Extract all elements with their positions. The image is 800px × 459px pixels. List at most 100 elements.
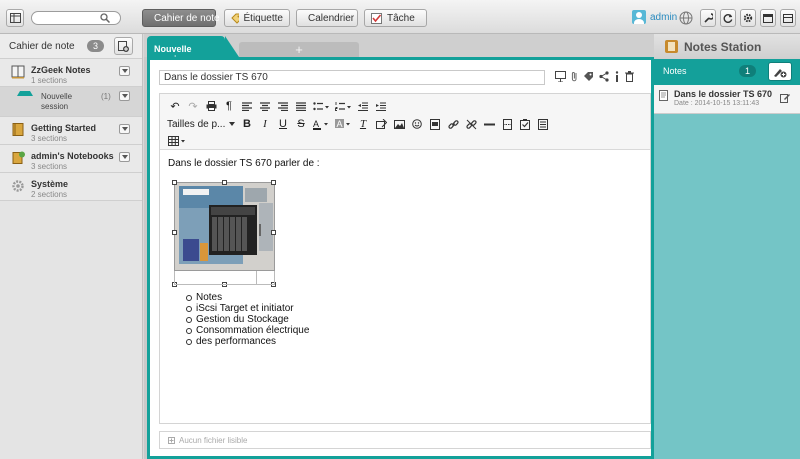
insert-table-button[interactable] bbox=[166, 133, 188, 149]
link-icon bbox=[447, 119, 459, 129]
note-content[interactable]: Dans le dossier TS 670 parler de : Notes… bbox=[168, 154, 638, 419]
horizontal-rule-button[interactable] bbox=[480, 116, 498, 132]
insert-media-button[interactable] bbox=[426, 116, 444, 132]
layout-icon bbox=[9, 13, 21, 23]
share-icon[interactable] bbox=[599, 71, 609, 82]
numbered-list-button[interactable] bbox=[332, 98, 354, 114]
note-date: Date : 2014-10-15 13:11:43 bbox=[674, 100, 760, 107]
indent-button[interactable] bbox=[372, 98, 390, 114]
checklist-button[interactable] bbox=[516, 116, 534, 132]
app-title: Notes Station bbox=[684, 39, 762, 54]
notebook-dropdown-button[interactable] bbox=[119, 66, 130, 76]
link-button[interactable] bbox=[444, 116, 462, 132]
redo-button[interactable]: ↷ bbox=[184, 98, 202, 114]
rich-text-editor: ↶ ↷ ¶ Tailles de p... B I U S A A T Dans… bbox=[159, 93, 651, 424]
notebook-button[interactable]: Cahier de note bbox=[142, 9, 220, 27]
notebook-dropdown-button[interactable] bbox=[119, 152, 130, 162]
notebook-item-getting-started[interactable]: Getting Started 3 sections bbox=[0, 117, 142, 145]
tag-icon bbox=[231, 13, 239, 24]
list-item: des performances bbox=[186, 336, 309, 347]
italic-button[interactable]: I bbox=[256, 116, 274, 132]
app-header: Notes Station bbox=[654, 34, 800, 59]
bullet-list-button[interactable] bbox=[310, 98, 332, 114]
align-center-button[interactable] bbox=[256, 98, 274, 114]
tools-button[interactable] bbox=[700, 9, 716, 27]
resize-handle-tr[interactable] bbox=[271, 180, 276, 185]
emoticon-button[interactable] bbox=[408, 116, 426, 132]
smiley-icon bbox=[412, 119, 422, 129]
insert-image-button[interactable] bbox=[390, 116, 408, 132]
unlink-button[interactable] bbox=[462, 116, 480, 132]
tag-icon[interactable] bbox=[583, 71, 594, 82]
calendar-button[interactable]: Calendrier bbox=[296, 9, 358, 27]
section-item-nouvelle-session[interactable]: Nouvelle session (1) bbox=[0, 87, 142, 117]
attach-icon[interactable] bbox=[571, 71, 578, 82]
section-dropdown-button[interactable] bbox=[119, 91, 130, 101]
view-toggle-button[interactable] bbox=[760, 9, 776, 27]
edit-icon[interactable] bbox=[780, 93, 790, 103]
notebook-button-label: Cahier de note bbox=[154, 12, 220, 24]
checklist-icon bbox=[520, 118, 530, 130]
add-notebook-button[interactable] bbox=[114, 37, 133, 55]
highlight-icon: A bbox=[335, 118, 350, 129]
tag-button[interactable]: Étiquette bbox=[224, 9, 290, 27]
add-tab-label: + bbox=[295, 42, 303, 57]
note-title: Dans le dossier TS 670 bbox=[674, 89, 773, 99]
resize-handle-right[interactable] bbox=[271, 230, 276, 235]
notebook-item-systeme[interactable]: Système 2 sections bbox=[0, 173, 142, 201]
horizontal-rule-icon bbox=[483, 123, 495, 125]
notes-label: Notes bbox=[663, 66, 687, 76]
notebook-name: ZzGeek Notes bbox=[31, 65, 91, 75]
image-edit-button[interactable] bbox=[372, 116, 390, 132]
task-button[interactable]: Tâche bbox=[364, 9, 427, 27]
app-menu-button[interactable] bbox=[6, 9, 24, 27]
align-left-icon bbox=[242, 101, 252, 111]
notebook-item-zzgeek[interactable]: ZzGeek Notes 1 sections bbox=[0, 59, 142, 87]
page-break-icon bbox=[502, 118, 512, 130]
highlight-button[interactable]: A bbox=[332, 116, 354, 132]
image-edit-icon bbox=[375, 119, 387, 129]
search-button[interactable] bbox=[96, 11, 114, 25]
notes-list-header: Notes 1 bbox=[654, 59, 800, 85]
note-title-input[interactable] bbox=[159, 70, 545, 85]
outdent-button[interactable] bbox=[354, 98, 372, 114]
layout-button[interactable] bbox=[780, 9, 796, 27]
justify-button[interactable] bbox=[292, 98, 310, 114]
resize-handle-left[interactable] bbox=[172, 230, 177, 235]
strikethrough-button[interactable]: S bbox=[292, 116, 310, 132]
notebook-item-admins-notebooks[interactable]: admin's Notebooks 3 sections bbox=[0, 145, 142, 173]
resize-handle-top[interactable] bbox=[222, 180, 227, 185]
undo-button[interactable]: ↶ bbox=[166, 98, 184, 114]
media-icon bbox=[430, 118, 440, 130]
page-break-button[interactable] bbox=[498, 116, 516, 132]
attachment-bar[interactable]: Aucun fichier lisible bbox=[159, 431, 651, 449]
bold-button[interactable]: B bbox=[238, 116, 256, 132]
print-button[interactable] bbox=[202, 98, 220, 114]
presentation-icon[interactable] bbox=[555, 71, 566, 82]
info-icon[interactable] bbox=[614, 71, 620, 82]
settings-button[interactable] bbox=[740, 9, 756, 27]
top-bar: Cahier de note Étiquette Calendrier Tâch… bbox=[0, 0, 800, 34]
underline-button[interactable]: U bbox=[274, 116, 292, 132]
notebook-dropdown-button[interactable] bbox=[119, 124, 130, 134]
refresh-button[interactable] bbox=[720, 9, 736, 27]
svg-text:A: A bbox=[313, 119, 319, 129]
language-button[interactable] bbox=[678, 10, 694, 26]
add-note-button[interactable] bbox=[768, 62, 792, 81]
tab-nouvelle-session[interactable]: Nouvelle session bbox=[147, 36, 239, 64]
note-editor-frame: ↶ ↷ ¶ Tailles de p... bbox=[147, 57, 654, 459]
clear-format-button[interactable]: T bbox=[354, 116, 372, 132]
add-tab-button[interactable]: + bbox=[239, 42, 359, 57]
user-menu[interactable]: admin bbox=[632, 10, 677, 24]
show-blocks-button[interactable]: ¶ bbox=[220, 98, 238, 114]
trash-icon[interactable] bbox=[625, 71, 634, 82]
template-button[interactable] bbox=[534, 116, 552, 132]
text-color-button[interactable]: A bbox=[310, 116, 332, 132]
resize-handle-tl[interactable] bbox=[172, 180, 177, 185]
pilcrow-icon: ¶ bbox=[226, 100, 232, 112]
align-left-button[interactable] bbox=[238, 98, 256, 114]
align-right-button[interactable] bbox=[274, 98, 292, 114]
note-list-item[interactable]: Dans le dossier TS 670 Date : 2014-10-15… bbox=[654, 85, 800, 114]
font-size-select[interactable]: Tailles de p... bbox=[166, 119, 238, 130]
add-notebook-icon bbox=[118, 40, 129, 52]
